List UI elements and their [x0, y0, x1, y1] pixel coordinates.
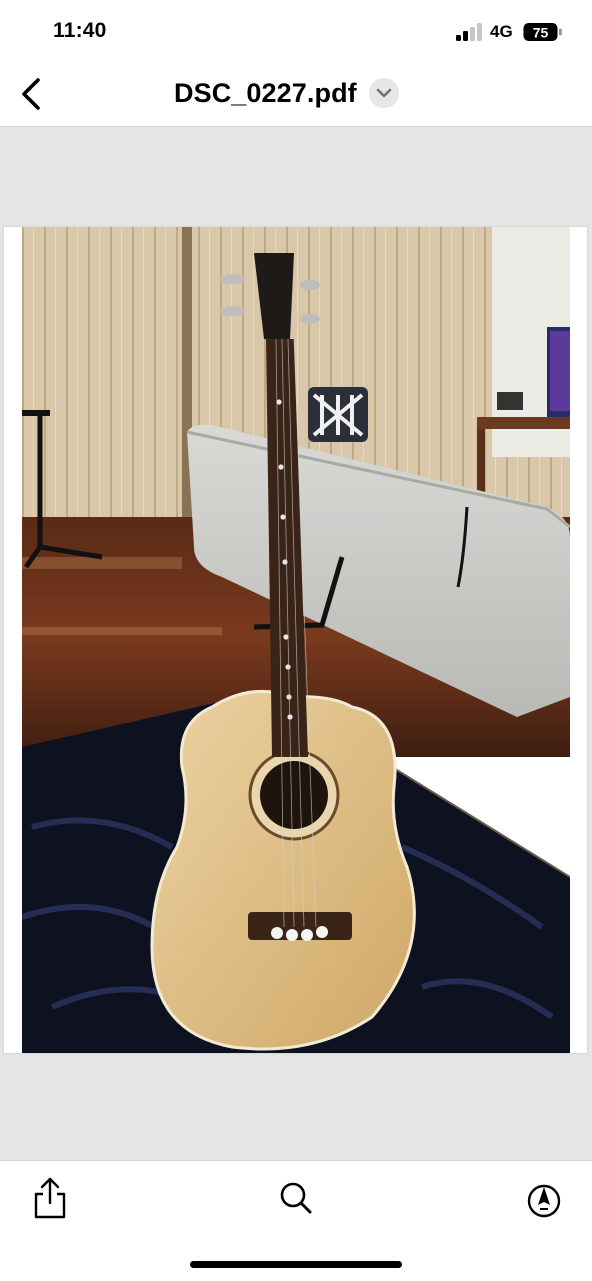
pdf-viewer[interactable] — [0, 127, 592, 1160]
document-title-menu[interactable]: DSC_0227.pdf — [174, 75, 399, 111]
back-button[interactable] — [14, 74, 50, 114]
search-icon — [280, 1182, 312, 1214]
battery-icon: 75 — [523, 23, 562, 41]
document-title: DSC_0227.pdf — [174, 77, 357, 108]
network-type: 4G — [490, 22, 513, 41]
status-bar: 11:40 4G 75 — [0, 0, 592, 64]
markup-button[interactable] — [522, 1175, 566, 1219]
share-button[interactable] — [28, 1175, 72, 1219]
share-icon — [34, 1177, 66, 1219]
page-image-bass-guitar — [22, 227, 570, 1053]
search-button[interactable] — [274, 1175, 318, 1219]
chevron-down-icon — [376, 88, 391, 98]
status-time: 11:40 — [53, 19, 107, 42]
markup-icon — [527, 1184, 561, 1218]
bass-guitar-photo — [22, 227, 570, 1053]
home-indicator[interactable] — [190, 1261, 402, 1268]
navigation-bar: DSC_0227.pdf — [0, 64, 592, 127]
battery-level: 75 — [533, 25, 549, 41]
cellular-signal-icon — [456, 23, 482, 41]
pdf-page[interactable] — [4, 227, 587, 1053]
chevron-left-icon — [22, 78, 40, 110]
title-menu-button[interactable] — [368, 78, 399, 108]
